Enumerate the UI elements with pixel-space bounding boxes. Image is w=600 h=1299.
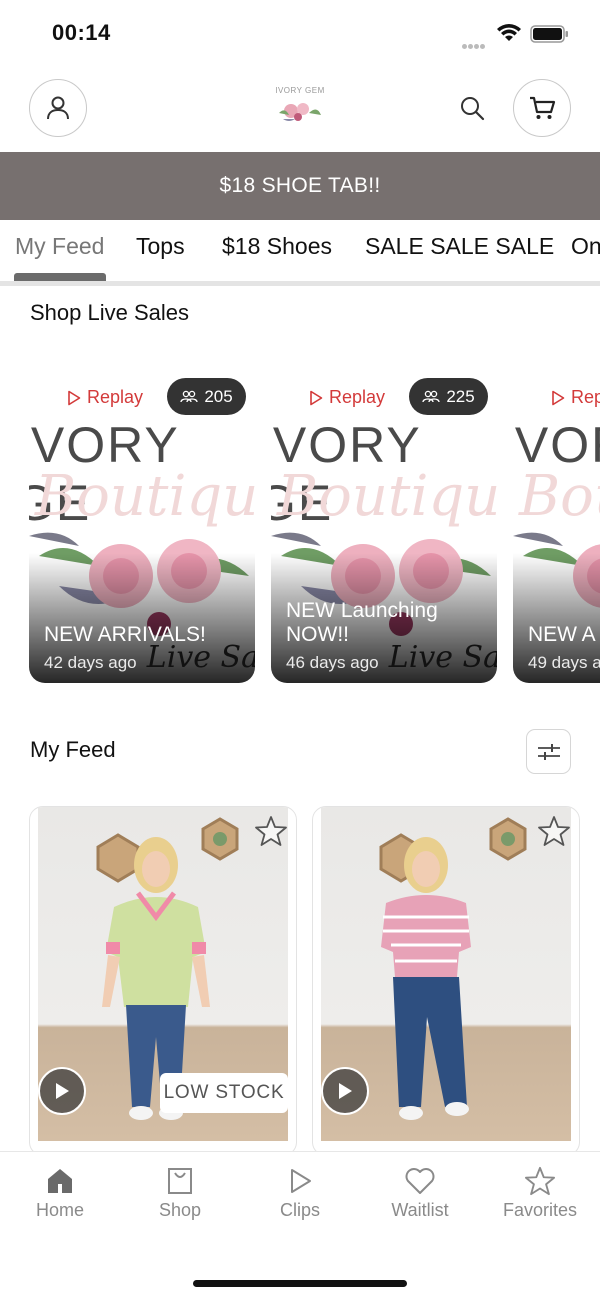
wifi-icon — [497, 24, 521, 41]
video-play-button[interactable] — [321, 1067, 369, 1115]
tab-sale[interactable]: SALE SALE SALE — [365, 233, 554, 260]
viewer-count-badge: 225 — [409, 378, 488, 415]
tab-on[interactable]: On — [571, 233, 600, 260]
video-play-button[interactable] — [38, 1067, 86, 1115]
live-sale-age: 49 days a — [528, 653, 600, 672]
app-header: IVORY GEM — [0, 66, 600, 152]
tab-18-shoes[interactable]: $18 Shoes — [222, 233, 332, 260]
star-icon — [525, 1166, 555, 1196]
live-sale-title: NEW A — [528, 623, 596, 646]
signal-dots-icon — [462, 36, 490, 49]
nav-waitlist[interactable]: Waitlist — [360, 1166, 480, 1221]
nav-clips[interactable]: Clips — [240, 1166, 360, 1221]
product-card[interactable] — [312, 806, 580, 1156]
live-sale-card[interactable]: Replay 205 IVORY GE Boutique Live Sa NEW… — [29, 372, 255, 683]
viewers-icon — [422, 390, 440, 402]
promo-banner[interactable]: $18 SHOE TAB!! — [0, 152, 600, 220]
search-icon — [461, 97, 485, 121]
live-sales-heading: Shop Live Sales — [30, 300, 189, 325]
replay-play-icon — [310, 390, 323, 405]
replay-play-icon — [552, 390, 565, 405]
stock-badge: LOW STOCK — [160, 1073, 288, 1113]
shopping-bag-icon — [168, 1168, 192, 1194]
star-icon — [538, 816, 570, 846]
live-sale-title: NEW Launching NOW!! — [286, 599, 438, 646]
live-sale-age: 46 days ago — [286, 653, 379, 672]
star-icon — [255, 816, 287, 846]
cart-icon — [530, 96, 556, 119]
replay-label: Rep — [551, 387, 600, 408]
live-sale-card[interactable]: Replay 225 IVORY GE Boutique Live Sa NEW… — [271, 372, 497, 683]
favorite-button[interactable] — [254, 815, 288, 852]
home-indicator — [193, 1280, 407, 1287]
filter-button[interactable] — [526, 729, 571, 774]
nav-shop[interactable]: Shop — [120, 1166, 240, 1221]
replay-play-icon — [68, 390, 81, 405]
battery-icon — [530, 25, 568, 43]
nav-home[interactable]: Home — [0, 1166, 120, 1221]
product-photo — [321, 807, 571, 1141]
flower-logo-icon — [279, 103, 321, 121]
status-time: 00:14 — [52, 20, 111, 45]
replay-label: Replay — [309, 387, 385, 408]
play-icon — [339, 1083, 352, 1099]
live-sale-thumbnail: IVOR Bou NEW A 49 days a — [513, 416, 600, 683]
tab-tops[interactable]: Tops — [136, 233, 185, 260]
favorite-button[interactable] — [537, 815, 571, 852]
product-card[interactable]: LOW STOCK — [29, 806, 297, 1156]
tab-my-feed[interactable]: My Feed — [15, 233, 104, 260]
home-icon — [48, 1169, 72, 1193]
replay-label: Replay — [67, 387, 143, 408]
play-icon — [56, 1083, 69, 1099]
search-button[interactable] — [456, 92, 488, 124]
sliders-icon — [537, 743, 560, 760]
viewers-icon — [180, 390, 198, 402]
bottom-navigation: Home Shop Clips Waitlist Favorites — [0, 1151, 600, 1299]
heart-icon — [405, 1168, 435, 1194]
cart-button[interactable] — [513, 79, 571, 137]
brand-logo[interactable]: IVORY GEM — [266, 86, 334, 134]
play-icon — [291, 1169, 311, 1193]
viewer-count-badge: 205 — [167, 378, 246, 415]
live-sale-title: NEW ARRIVALS! — [44, 623, 206, 646]
live-sale-thumbnail: IVORY GE Boutique Live Sa NEW Launching … — [271, 416, 497, 683]
user-icon — [47, 96, 69, 120]
live-sale-age: 42 days ago — [44, 653, 137, 672]
category-tabs: My Feed Tops $18 Shoes SALE SALE SALE On — [0, 220, 600, 286]
live-sale-thumbnail: IVORY GE Boutique Live Sa NEW ARRIVALS! … — [29, 416, 255, 683]
nav-favorites[interactable]: Favorites — [480, 1166, 600, 1221]
live-sale-card[interactable]: Rep IVOR Bou NEW A 49 days a — [513, 372, 600, 683]
product-photo: LOW STOCK — [38, 807, 288, 1141]
profile-button[interactable] — [29, 79, 87, 137]
status-bar: 00:14 — [0, 0, 600, 66]
feed-heading: My Feed — [30, 737, 116, 762]
active-tab-indicator — [14, 273, 106, 281]
